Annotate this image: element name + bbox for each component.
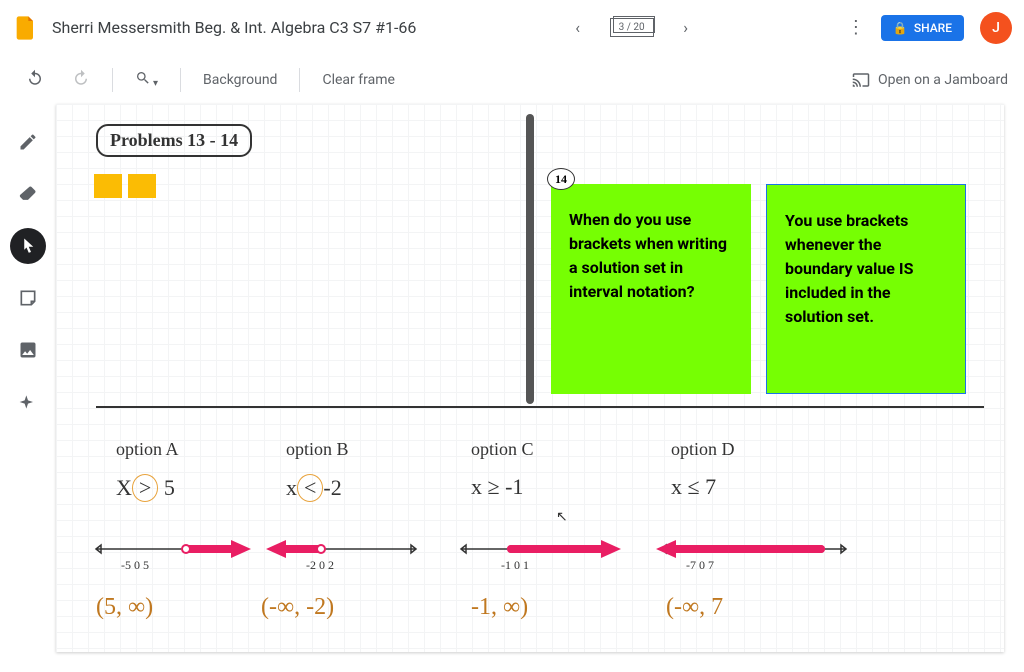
svg-text:-1 0 1: -1 0 1 xyxy=(501,558,529,572)
more-options-button[interactable]: ⋮ xyxy=(847,17,865,38)
vertical-divider xyxy=(526,114,534,404)
toolbar: ▾ Background Clear frame Open on a Jambo… xyxy=(0,56,1024,104)
chevron-down-icon: ▾ xyxy=(153,78,158,89)
document-title[interactable]: Sherri Messersmith Beg. & Int. Algebra C… xyxy=(52,18,416,37)
pen-tool[interactable] xyxy=(10,124,46,160)
numberline-d: -7 0 7 xyxy=(656,534,856,574)
frame-nav: ‹ 3 / 20 › xyxy=(416,16,846,40)
mini-sticky-13[interactable] xyxy=(94,174,122,198)
frame-indicator[interactable]: 3 / 20 xyxy=(610,18,654,37)
jamboard-logo xyxy=(12,14,40,42)
problems-heading: Problems 13 - 14 xyxy=(96,124,252,157)
clear-frame-button[interactable]: Clear frame xyxy=(312,66,404,94)
share-label: SHARE xyxy=(914,21,952,35)
option-d-label: option D xyxy=(671,439,735,460)
numberline-c: -1 0 1 xyxy=(456,534,626,574)
select-tool[interactable] xyxy=(10,228,46,264)
sticky-text: You use brackets whenever the boundary v… xyxy=(785,211,913,326)
app-header: Sherri Messersmith Beg. & Int. Algebra C… xyxy=(0,0,1024,56)
inequality-c: x ≥ -1 xyxy=(471,474,523,500)
sticky-answer-14[interactable]: You use brackets whenever the boundary v… xyxy=(766,184,966,394)
next-frame-button[interactable]: › xyxy=(674,16,698,40)
mini-sticky-note[interactable] xyxy=(128,174,156,198)
zoom-button[interactable]: ▾ xyxy=(125,64,168,96)
sticky-note-tool[interactable] xyxy=(10,280,46,316)
interval-d: (-∞, 7 xyxy=(666,594,723,621)
cast-icon xyxy=(852,71,870,89)
option-c-label: option C xyxy=(471,439,534,460)
cast-label: Open on a Jamboard xyxy=(878,72,1008,88)
sticky-text: When do you use brackets when writing a … xyxy=(569,210,727,301)
lock-icon: 🔒 xyxy=(893,21,908,35)
interval-c: -1, ∞) xyxy=(471,594,528,621)
separator xyxy=(112,68,113,92)
numberline-a: -5 0 5 xyxy=(91,534,251,574)
problem-14-badge: 14 xyxy=(547,168,575,190)
separator xyxy=(299,68,300,92)
option-b-label: option B xyxy=(286,439,349,460)
interval-b: (-∞, -2) xyxy=(261,594,334,621)
image-tool[interactable] xyxy=(10,332,46,368)
redo-button[interactable] xyxy=(62,63,100,97)
interval-a: (5, ∞) xyxy=(96,594,153,621)
header-actions: ⋮ 🔒 SHARE J xyxy=(847,12,1012,44)
inequality-a: X> 5 xyxy=(116,474,175,502)
prev-frame-button[interactable]: ‹ xyxy=(566,16,590,40)
separator xyxy=(180,68,181,92)
numberline-b: -2 0 2 xyxy=(266,534,426,574)
main-area: Problems 13 - 14 14 When do you use brac… xyxy=(0,104,1024,672)
eraser-tool[interactable] xyxy=(10,176,46,212)
sticky-question-14[interactable]: 14 When do you use brackets when writing… xyxy=(551,184,751,394)
tool-sidebar xyxy=(0,104,56,672)
option-a-label: option A xyxy=(116,439,179,460)
svg-text:-2 0 2: -2 0 2 xyxy=(306,558,334,572)
svg-text:-5 0 5: -5 0 5 xyxy=(121,558,149,572)
mouse-cursor: ↖ xyxy=(556,509,568,525)
user-avatar[interactable]: J xyxy=(980,12,1012,44)
open-jamboard-button[interactable]: Open on a Jamboard xyxy=(852,71,1008,89)
jamboard-canvas[interactable]: Problems 13 - 14 14 When do you use brac… xyxy=(56,104,1004,652)
horizontal-divider xyxy=(96,406,984,408)
laser-tool[interactable] xyxy=(10,384,46,420)
share-button[interactable]: 🔒 SHARE xyxy=(881,15,964,41)
undo-button[interactable] xyxy=(16,63,54,97)
background-button[interactable]: Background xyxy=(193,66,287,94)
inequality-d: x ≤ 7 xyxy=(671,474,716,500)
svg-text:-7 0 7: -7 0 7 xyxy=(686,558,714,572)
inequality-b: x<-2 xyxy=(286,474,342,502)
